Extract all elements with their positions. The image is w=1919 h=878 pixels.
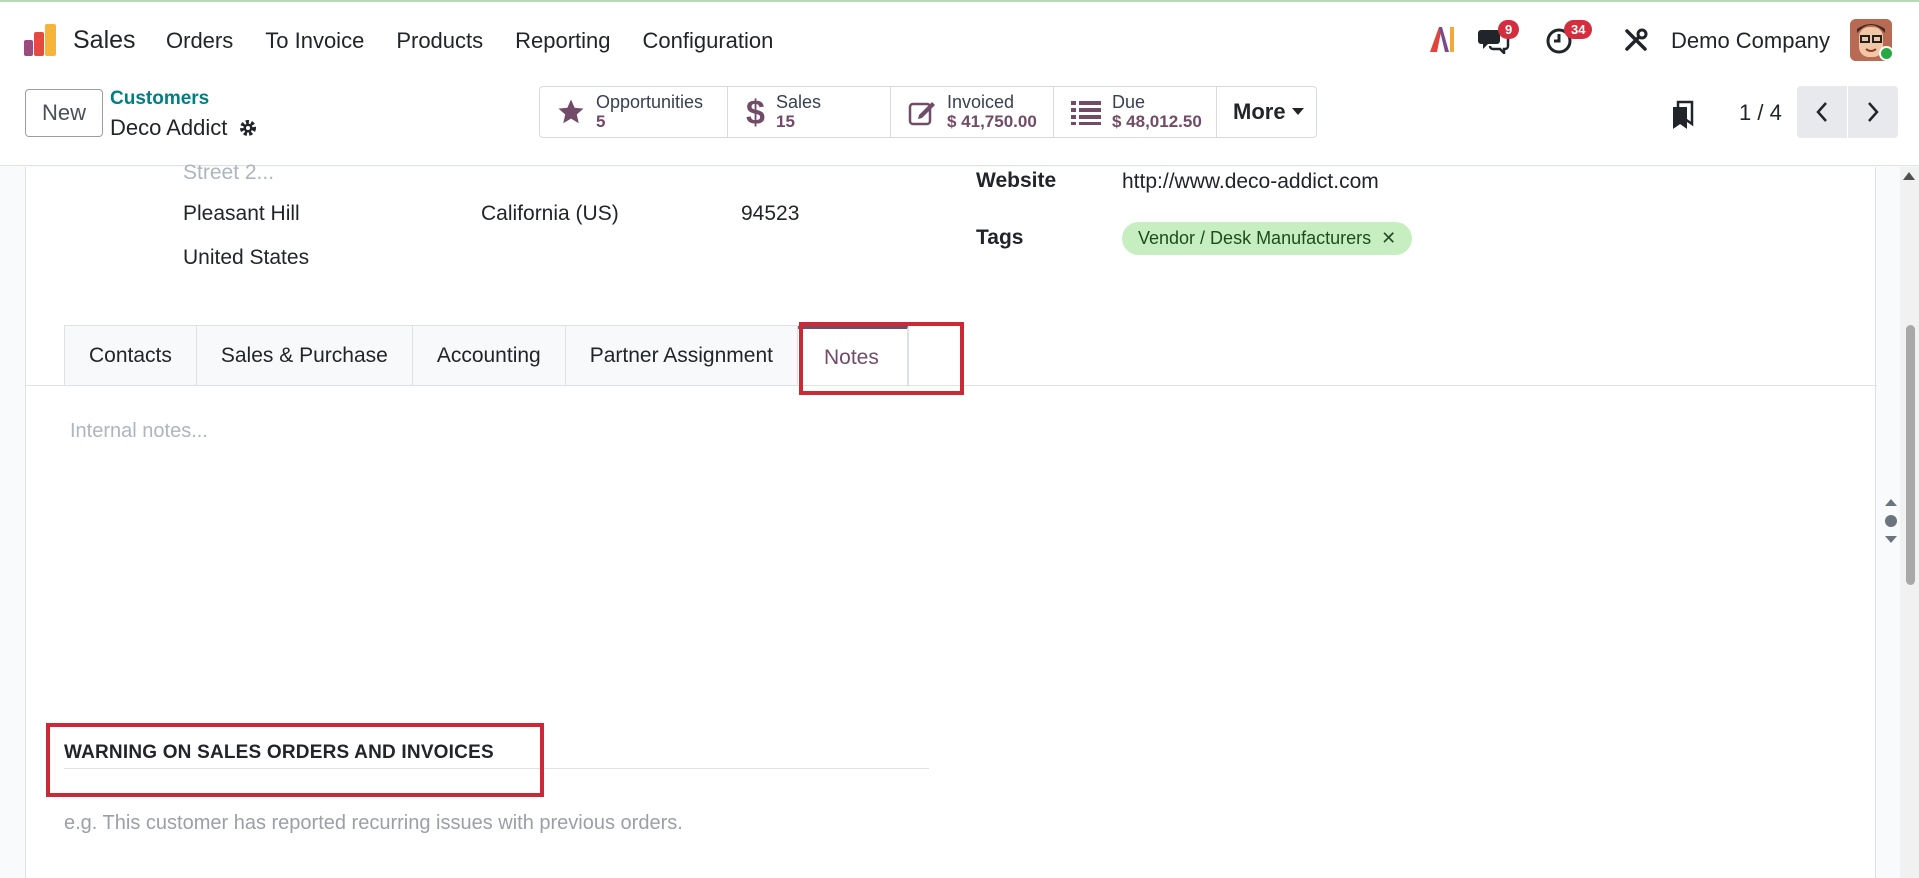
street2-field[interactable]: Street 2... bbox=[183, 161, 274, 185]
record-name: Deco Addict bbox=[110, 115, 228, 140]
pager-next-button[interactable] bbox=[1848, 86, 1898, 138]
sales-button[interactable]: $ Sales 15 bbox=[728, 87, 891, 137]
ai-icon[interactable] bbox=[1428, 24, 1456, 54]
bookmark-icon[interactable] bbox=[1670, 100, 1696, 130]
scrollbar-thumb[interactable] bbox=[1906, 325, 1915, 585]
tag-vendor-desk-manufacturers[interactable]: Vendor / Desk Manufacturers ✕ bbox=[1122, 222, 1413, 255]
city-field[interactable]: Pleasant Hill bbox=[183, 202, 300, 226]
activities-badge: 34 bbox=[1564, 20, 1593, 39]
top-navbar: Sales Orders To Invoice Products Reporti… bbox=[0, 0, 1919, 78]
pager-previous-button[interactable] bbox=[1797, 86, 1847, 138]
smart-button-value: $ 41,750.00 bbox=[947, 112, 1037, 131]
due-button[interactable]: Due $ 48,012.50 bbox=[1054, 87, 1217, 137]
menu-to-invoice[interactable]: To Invoice bbox=[249, 28, 380, 54]
tab-sales-purchase[interactable]: Sales & Purchase bbox=[197, 326, 413, 385]
main-menu: Orders To Invoice Products Reporting Con… bbox=[150, 28, 789, 54]
chevron-right-icon bbox=[1868, 102, 1879, 122]
online-status-dot bbox=[1879, 46, 1894, 61]
notes-tab-highlight bbox=[799, 322, 964, 395]
more-button[interactable]: More bbox=[1217, 87, 1316, 137]
list-icon bbox=[1071, 101, 1101, 125]
country-field[interactable]: United States bbox=[183, 246, 309, 270]
scroll-up-icon[interactable] bbox=[1903, 172, 1915, 180]
svg-text:$: $ bbox=[746, 95, 765, 129]
zip-field[interactable]: 94523 bbox=[741, 202, 799, 226]
invoiced-button[interactable]: Invoiced $ 41,750.00 bbox=[891, 87, 1054, 137]
tab-partner-assignment[interactable]: Partner Assignment bbox=[566, 326, 798, 385]
smart-button-label: Invoiced bbox=[947, 92, 1015, 112]
edit-icon bbox=[908, 102, 935, 126]
smart-button-value: 15 bbox=[776, 112, 795, 131]
company-switcher[interactable]: Demo Company bbox=[1671, 28, 1830, 54]
remove-tag-icon[interactable]: ✕ bbox=[1381, 228, 1396, 249]
smart-buttons: Opportunities 5 $ Sales 15 Invoiced $ 41… bbox=[539, 86, 1317, 138]
warning-section-highlight bbox=[46, 723, 544, 797]
internal-notes-field[interactable]: Internal notes... bbox=[70, 420, 208, 443]
new-button[interactable]: New bbox=[25, 89, 103, 137]
website-label: Website bbox=[976, 169, 1057, 192]
smart-button-value: $ 48,012.50 bbox=[1112, 112, 1202, 131]
gear-icon[interactable] bbox=[238, 118, 258, 138]
tags-label: Tags bbox=[976, 226, 1024, 249]
tab-contacts[interactable]: Contacts bbox=[65, 326, 197, 385]
tag-label: Vendor / Desk Manufacturers bbox=[1138, 228, 1372, 248]
smart-button-label: Sales bbox=[776, 92, 822, 112]
sales-app-icon[interactable] bbox=[22, 22, 58, 58]
tools-icon[interactable] bbox=[1623, 27, 1649, 53]
notebook-tabs: Contacts Sales & Purchase Accounting Par… bbox=[64, 325, 909, 387]
messages-badge: 9 bbox=[1498, 20, 1520, 39]
state-field[interactable]: California (US) bbox=[481, 202, 619, 226]
opportunities-button[interactable]: Opportunities 5 bbox=[540, 87, 728, 137]
more-label: More bbox=[1233, 99, 1286, 124]
warning-message-field[interactable]: e.g. This customer has reported recurrin… bbox=[64, 812, 683, 835]
smart-button-label: Opportunities bbox=[596, 92, 704, 112]
smart-button-label: Due bbox=[1112, 92, 1146, 112]
chevron-left-icon bbox=[1816, 102, 1827, 122]
menu-reporting[interactable]: Reporting bbox=[499, 28, 626, 54]
dollar-icon: $ bbox=[746, 95, 765, 129]
app-name[interactable]: Sales bbox=[73, 26, 136, 55]
pager-value[interactable]: 1 / 4 bbox=[1739, 100, 1782, 126]
menu-configuration[interactable]: Configuration bbox=[627, 28, 790, 54]
caret-down-icon bbox=[1291, 108, 1304, 115]
smart-button-value: 5 bbox=[596, 112, 606, 131]
control-panel: New Customers Deco Addict Opportunities … bbox=[0, 78, 1919, 166]
website-field[interactable]: http://www.deco-addict.com bbox=[1122, 170, 1379, 194]
tab-accounting[interactable]: Accounting bbox=[413, 326, 566, 385]
tabs-scroll-icon[interactable] bbox=[1884, 497, 1898, 545]
menu-orders[interactable]: Orders bbox=[150, 28, 249, 54]
breadcrumb-customers[interactable]: Customers bbox=[110, 88, 209, 110]
menu-products[interactable]: Products bbox=[380, 28, 499, 54]
star-icon bbox=[558, 99, 584, 124]
